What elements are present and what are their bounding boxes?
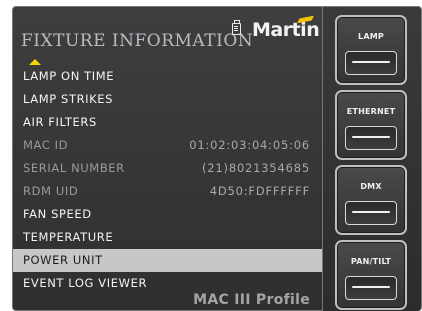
menu-item-lamp-strikes[interactable]: LAMP STRIKES — [13, 88, 322, 111]
menu-item-label: SERIAL NUMBER — [23, 161, 125, 175]
lamp-softkey[interactable] — [345, 51, 397, 75]
softkey-panel: LAMP ETHERNET DMX PAN/TILT — [323, 6, 422, 311]
dmx-softkey[interactable] — [345, 201, 397, 225]
dmx-button[interactable]: DMX — [335, 165, 407, 235]
menu-item-air-filters[interactable]: AIR FILTERS — [13, 111, 322, 134]
menu-item-mac-id: MAC ID 01:02:03:04:05:06 — [13, 134, 322, 157]
menu-item-label: AIR FILTERS — [23, 115, 97, 129]
menu-item-label: EVENT LOG VIEWER — [23, 276, 148, 290]
document-icon — [232, 20, 241, 35]
menu-item-label: LAMP STRIKES — [23, 92, 114, 106]
dmx-button-label: DMX — [360, 182, 382, 191]
ethernet-button-label: ETHERNET — [346, 107, 396, 116]
menu-item-label: RDM UID — [23, 184, 79, 198]
ethernet-softkey[interactable] — [345, 126, 397, 150]
menu-item-label: FAN SPEED — [23, 207, 92, 221]
rdm-uid-value: 4D50:FDFFFFFF — [209, 184, 310, 198]
menu-item-lamp-on-time[interactable]: LAMP ON TIME — [13, 65, 322, 88]
lamp-button[interactable]: LAMP — [335, 15, 407, 85]
menu-item-temperature[interactable]: TEMPERATURE — [13, 226, 322, 249]
pan-tilt-button[interactable]: PAN/TILT — [335, 240, 407, 310]
serial-number-value: (21)8021354685 — [202, 161, 310, 175]
menu-item-power-unit[interactable]: POWER UNIT — [13, 249, 322, 272]
menu-item-fan-speed[interactable]: FAN SPEED — [13, 203, 322, 226]
menu-item-label: MAC ID — [23, 138, 69, 152]
ethernet-button[interactable]: ETHERNET — [335, 90, 407, 160]
fixture-model: MAC III Profile — [193, 292, 310, 308]
menu-item-rdm-uid: RDM UID 4D50:FDFFFFFF — [13, 180, 322, 203]
fixture-info-menu: LAMP ON TIME LAMP STRIKES AIR FILTERS MA… — [13, 65, 322, 295]
menu-item-label: LAMP ON TIME — [23, 69, 115, 83]
lcd-screen: FIXTURE INFORMATION Martin LAMP ON TIME … — [12, 6, 323, 311]
brand-logo: Martin — [252, 19, 320, 41]
menu-item-label: TEMPERATURE — [23, 230, 114, 244]
pan-tilt-softkey[interactable] — [345, 276, 397, 300]
pan-tilt-button-label: PAN/TILT — [350, 257, 392, 266]
menu-item-serial-number: SERIAL NUMBER (21)8021354685 — [13, 157, 322, 180]
menu-item-label: POWER UNIT — [23, 253, 103, 267]
page-title: FIXTURE INFORMATION — [21, 31, 254, 51]
lamp-button-label: LAMP — [358, 32, 384, 41]
mac-id-value: 01:02:03:04:05:06 — [189, 138, 310, 152]
